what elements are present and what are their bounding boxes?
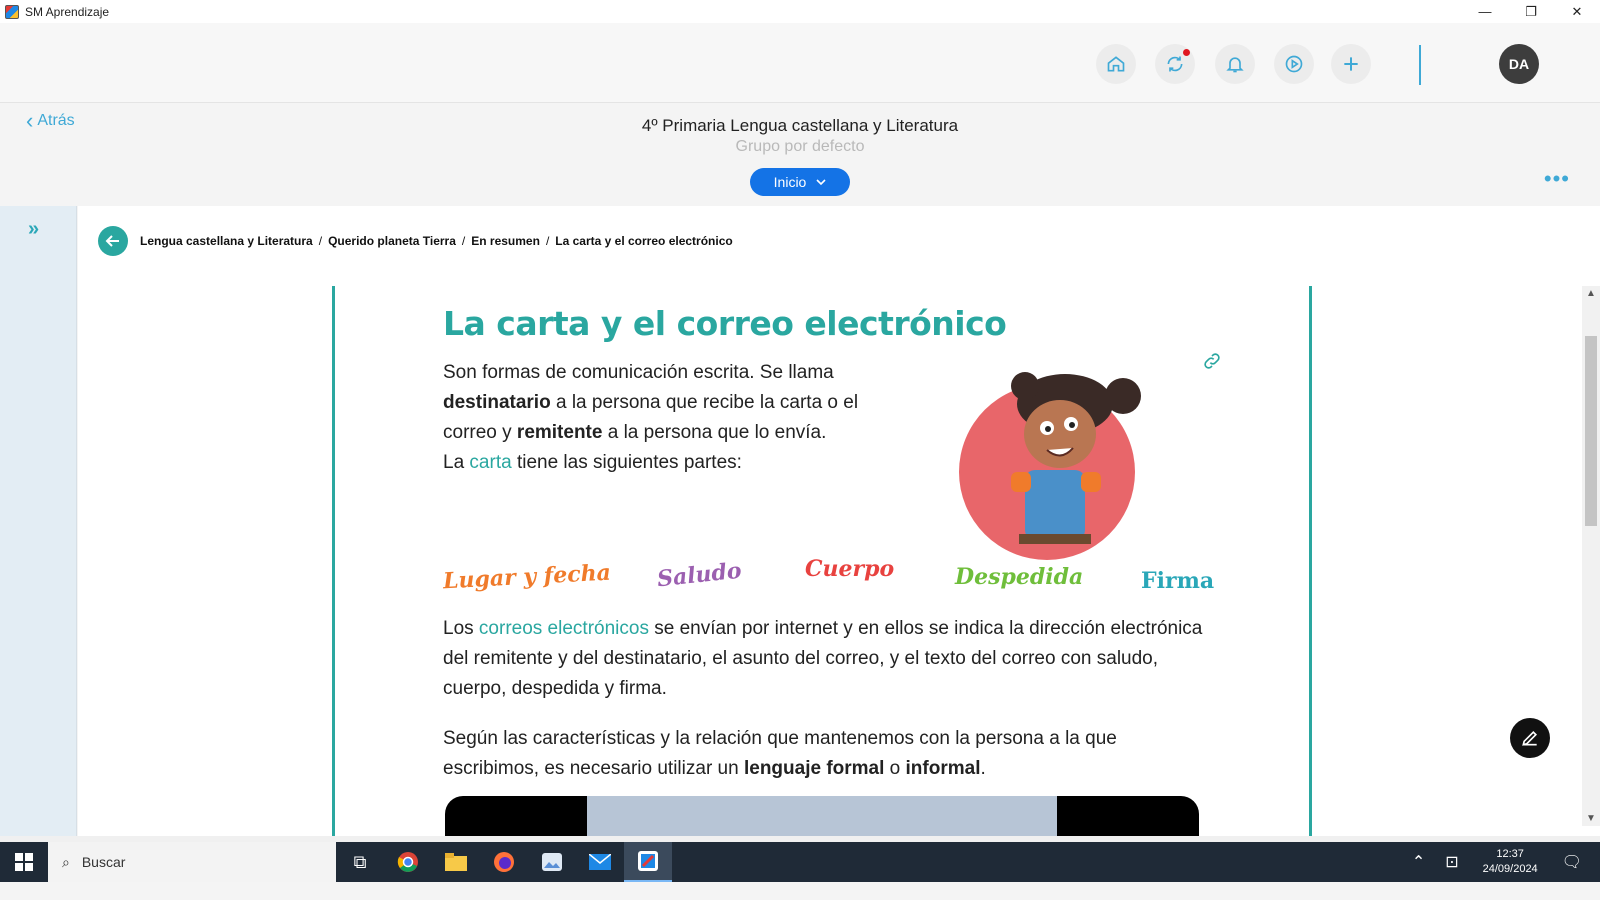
lesson-page: La carta y el correo electrónico Son for… [332,286,1312,836]
embedded-video[interactable] [445,796,1199,836]
part-despedida: Despedida [955,564,1084,590]
taskbar-clock[interactable]: 12:37 24/09/2024 [1469,847,1552,877]
section-dropdown-label: Inicio [773,174,807,190]
language-paragraph: Según las características y la relación … [443,724,1203,784]
text: . [980,758,986,779]
header-divider [1419,45,1421,85]
firefox-icon[interactable] [480,842,528,882]
part-firma: Firma [1141,568,1215,594]
file-explorer-icon[interactable] [432,842,480,882]
pen-icon [1522,730,1538,746]
breadcrumb-item[interactable]: Querido planeta Tierra [328,234,456,248]
window-titlebar: SM Aprendizaje — ❐ ✕ [0,0,1600,23]
taskbar-search-placeholder: Buscar [81,854,126,870]
scrollbar-thumb[interactable] [1585,336,1597,526]
clock-date: 24/09/2024 [1482,863,1538,875]
edit-pen-button[interactable] [1510,718,1550,758]
group-name: Grupo por defecto [735,138,865,155]
lesson-title: La carta y el correo electrónico [443,304,1007,343]
more-options-button[interactable]: ••• [1544,166,1570,192]
chrome-icon[interactable] [384,842,432,882]
app-logo-icon [5,4,19,19]
section-dropdown[interactable]: Inicio [750,168,850,196]
text: o [884,758,906,779]
part-lugar-fecha: Lugar y fecha [442,559,612,595]
scroll-down-icon[interactable]: ▼ [1586,813,1596,824]
character-illustration [959,372,1141,560]
term-carta: carta [469,452,512,473]
email-paragraph: Los correos electrónicos se envían por i… [443,614,1203,704]
term-lenguaje-formal: lenguaje formal [743,758,885,779]
network-icon[interactable]: ⊡ [1435,852,1468,872]
breadcrumb-item[interactable]: En resumen [471,234,540,248]
text: a la persona que lo envía. [602,422,827,443]
expand-sidebar-icon[interactable]: » [28,218,39,241]
term-destinatario: destinatario [443,392,551,413]
term-informal: informal [905,758,981,779]
maximize-button[interactable]: ❐ [1508,0,1554,23]
intro-paragraph: Son formas de comunicación escrita. Se l… [443,358,913,478]
course-header: ‹ Atrás 4º Primaria Lengua castellana y … [0,104,1600,206]
breadcrumb-item[interactable]: Lengua castellana y Literatura [140,234,313,248]
close-button[interactable]: ✕ [1554,0,1600,23]
link-icon[interactable] [1202,351,1222,376]
chevron-up-icon[interactable]: ⌃ [1402,852,1435,872]
bell-icon[interactable] [1215,44,1255,84]
sm-aprendizaje-taskbar-icon[interactable] [624,842,672,882]
breadcrumb: Lengua castellana y Literatura / Querido … [140,234,733,248]
minimize-button[interactable]: — [1462,0,1508,23]
search-icon: ⌕ [62,853,70,870]
notification-dot [1183,49,1190,56]
windows-start-icon[interactable] [0,842,48,882]
chevron-down-icon [816,178,826,185]
photos-icon[interactable] [528,842,576,882]
vertical-scrollbar[interactable]: ▲ ▼ [1582,286,1600,826]
home-icon[interactable] [1096,44,1136,84]
mail-icon[interactable] [576,842,624,882]
text: Los [443,618,479,639]
text: tiene las siguientes partes: [511,452,742,473]
term-correos-electronicos: correos electrónicos [478,618,649,639]
scroll-up-icon[interactable]: ▲ [1586,288,1596,299]
sidebar: » [0,206,77,836]
term-remitente: remitente [516,422,603,443]
letter-parts: Lugar y fecha Saludo Cuerpo Despedida Fi… [442,554,1214,604]
system-tray: ⌃ ⊡ 12:37 24/09/2024 🗨 [1402,842,1600,882]
user-avatar[interactable]: DA [1499,44,1539,84]
taskbar-search[interactable]: ⌕ Buscar [48,842,336,882]
clock-time: 12:37 [1496,848,1524,860]
arrow-left-icon[interactable] [98,226,128,256]
windows-taskbar: ⌕ Buscar ⧉ ⌃ ⊡ 12:37 24/09/2024 🗨 [0,842,1600,882]
part-saludo: Saludo [655,557,743,593]
sync-icon[interactable] [1155,44,1195,84]
course-title: 4º Primaria Lengua castellana y Literatu… [641,116,959,135]
text: La [443,452,470,473]
notifications-icon[interactable]: 🗨 [1552,852,1600,872]
part-cuerpo: Cuerpo [805,556,895,582]
window-title: SM Aprendizaje [25,4,110,19]
plus-icon[interactable] [1331,44,1371,84]
breadcrumb-item-current: La carta y el correo electrónico [555,234,733,248]
text: Son formas de comunicación escrita. Se l… [443,362,834,383]
task-view-icon[interactable]: ⧉ [336,842,384,882]
play-icon[interactable] [1274,44,1314,84]
lesson-content: Lengua castellana y Literatura / Querido … [78,206,1600,836]
app-header: DA [0,23,1600,103]
video-thumbnail [587,796,1057,836]
